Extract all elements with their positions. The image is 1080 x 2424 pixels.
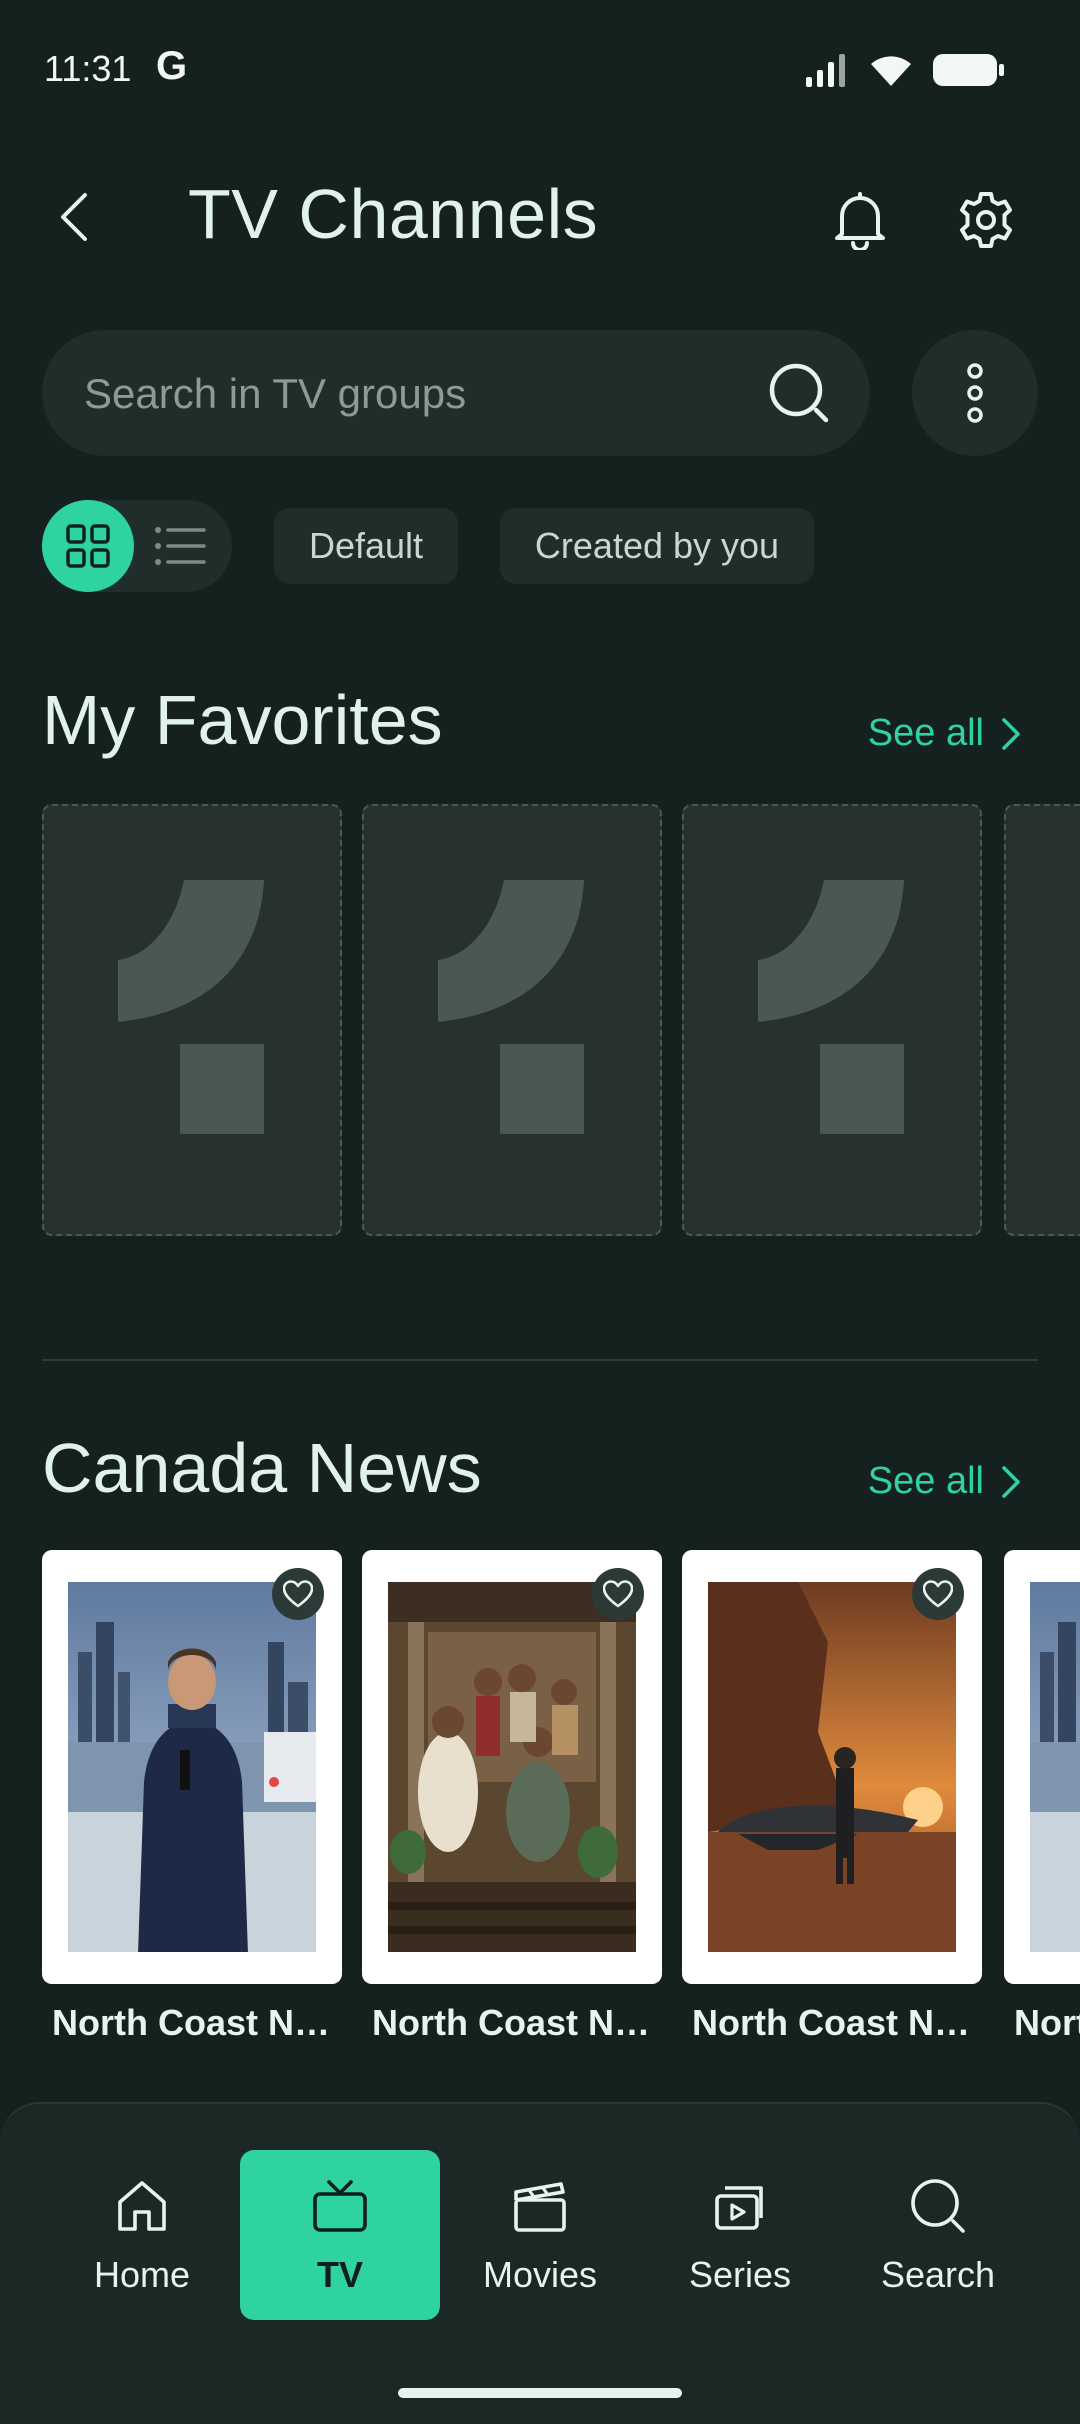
search-button[interactable]	[766, 360, 832, 426]
favorites-title: My Favorites	[42, 681, 443, 759]
search-icon	[769, 363, 829, 423]
see-all-label: See all	[867, 712, 984, 754]
battery-icon	[933, 54, 1004, 86]
favorites-see-all-link[interactable]: See all	[868, 712, 1022, 755]
see-all-label: See all	[867, 1460, 984, 1502]
status-bar: 11:31 G	[0, 0, 1080, 140]
grid-view-button[interactable]	[42, 500, 134, 592]
list-view-button[interactable]	[148, 514, 212, 578]
channel-name: North Coast News	[1014, 2002, 1080, 2043]
notifications-button[interactable]	[822, 182, 898, 258]
section-divider	[42, 1359, 1038, 1361]
gear-icon	[960, 192, 1012, 248]
channel-poster-image	[388, 1582, 636, 1952]
tv-icon	[308, 2174, 372, 2238]
status-icons	[804, 52, 1006, 88]
chip-created-by-you[interactable]: Created by you	[500, 508, 814, 584]
canada-news-title: Canada News	[42, 1429, 482, 1507]
heart-icon	[923, 1580, 953, 1608]
nav-label: TV	[316, 2254, 363, 2295]
favorite-placeholder-card[interactable]	[42, 804, 342, 1236]
more-options-button[interactable]	[912, 330, 1038, 456]
channel-name: North Coast News	[52, 2002, 342, 2043]
canada-news-row: North Coast News North Coast News North …	[42, 1550, 1080, 2050]
favorite-placeholder-card[interactable]	[1004, 804, 1080, 1236]
home-indicator[interactable]	[398, 2388, 682, 2398]
google-icon: G	[156, 44, 188, 88]
chevron-right-icon	[1002, 1465, 1020, 1498]
signal-icon	[806, 54, 845, 87]
heart-icon	[603, 1580, 633, 1608]
favorite-placeholder-card[interactable]	[682, 804, 982, 1236]
search-input[interactable]: Search in TV groups	[84, 370, 466, 418]
search-icon	[906, 2174, 970, 2238]
more-vertical-icon	[967, 363, 983, 423]
placeholder-image-icon	[118, 880, 264, 1134]
page-title: TV Channels	[188, 175, 599, 253]
channel-poster-frame	[42, 1550, 342, 1984]
nav-label: Home	[93, 2254, 191, 2295]
nav-movies[interactable]: Movies	[440, 2150, 640, 2320]
channel-poster-image	[1030, 1582, 1080, 1952]
back-button[interactable]	[40, 182, 110, 252]
bottom-navigation: Home TV Movies Series Search	[0, 2102, 1080, 2424]
heart-icon	[283, 1580, 313, 1608]
favorite-toggle-button[interactable]	[272, 1568, 324, 1620]
chevron-right-icon	[1002, 717, 1020, 750]
clapperboard-icon	[508, 2174, 572, 2238]
favorite-placeholder-card[interactable]	[362, 804, 662, 1236]
favorite-toggle-button[interactable]	[912, 1568, 964, 1620]
wifi-icon	[871, 56, 911, 86]
bell-icon	[835, 192, 885, 250]
channel-poster-image	[68, 1582, 316, 1952]
nav-home[interactable]: Home	[42, 2150, 242, 2320]
grid-icon	[66, 524, 110, 568]
chevron-left-icon	[61, 193, 87, 241]
status-time: 11:31	[44, 48, 132, 89]
home-icon	[110, 2174, 174, 2238]
channel-poster-image	[708, 1582, 956, 1952]
nav-series[interactable]: Series	[640, 2150, 840, 2320]
list-icon	[155, 527, 206, 565]
channel-poster-frame	[1004, 1550, 1080, 1984]
nav-label: Search	[880, 2254, 996, 2295]
view-mode-toggle	[42, 500, 232, 592]
channel-name: North Coast News	[372, 2002, 662, 2043]
chip-default[interactable]: Default	[274, 508, 458, 584]
search-bar[interactable]: Search in TV groups	[42, 330, 870, 456]
tv-channels-screen: 11:31 G TV Channels Search in TV groups …	[0, 0, 1080, 2424]
favorite-toggle-button[interactable]	[592, 1568, 644, 1620]
placeholder-image-icon	[438, 880, 584, 1134]
series-icon	[708, 2174, 772, 2238]
nav-tv[interactable]: TV	[240, 2150, 440, 2320]
placeholder-image-icon	[758, 880, 904, 1134]
nav-search[interactable]: Search	[838, 2150, 1038, 2320]
channel-poster-frame	[682, 1550, 982, 1984]
nav-label: Movies	[482, 2254, 598, 2295]
canada-news-see-all-link[interactable]: See all	[868, 1460, 1022, 1503]
app-header: TV Channels	[0, 150, 1080, 280]
nav-label: Series	[688, 2254, 792, 2295]
channel-poster-frame	[362, 1550, 662, 1984]
favorites-row	[42, 804, 1080, 1238]
settings-button[interactable]	[948, 182, 1024, 258]
channel-name: North Coast News	[692, 2002, 982, 2043]
